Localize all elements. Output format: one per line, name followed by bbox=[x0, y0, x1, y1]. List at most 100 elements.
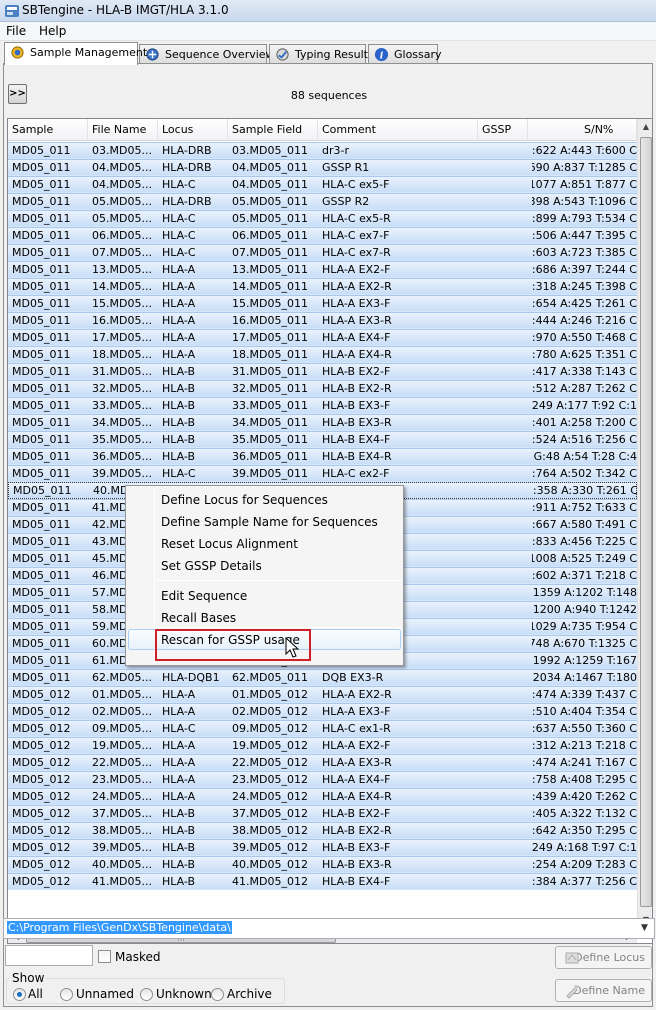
table-row[interactable]: MD05_012 19.MD05... HLA-A 19.MD05_012 HLA-A … bbox=[8, 737, 637, 754]
menu-item-edit-sequence[interactable]: Edit Sequence bbox=[128, 585, 401, 606]
table-row[interactable]: MD05_011 05.MD05... HLA-DRB 05.MD05_011 GSSP… bbox=[8, 193, 637, 210]
table-row[interactable]: MD05_012 38.MD05... HLA-B 38.MD05_012 HLA-B … bbox=[8, 822, 637, 839]
table-row[interactable]: MD05_011 17.MD05... HLA-A 17.MD05_011 HLA-A … bbox=[8, 329, 637, 346]
cell-gssp bbox=[480, 501, 526, 516]
cell-sn: G:758 A:408 T:295 C: bbox=[532, 773, 637, 786]
show-group-legend: Show bbox=[10, 971, 47, 985]
radio-unnamed[interactable] bbox=[60, 988, 73, 1001]
table-row[interactable]: MD05_011 39.MD05... HLA-C 39.MD05_011 HLA-C … bbox=[8, 465, 637, 482]
cell-sn: G:444 A:246 T:216 C: bbox=[532, 314, 637, 327]
scroll-thumb[interactable] bbox=[640, 137, 652, 907]
cell-sample: MD05_011 bbox=[12, 229, 71, 242]
cell-sample: MD05_011 bbox=[12, 654, 71, 667]
table-row[interactable]: MD05_011 34.MD05... HLA-B 34.MD05_011 HLA-B … bbox=[8, 414, 637, 431]
radio-all[interactable] bbox=[13, 988, 26, 1001]
filter-input[interactable] bbox=[5, 945, 93, 966]
column-header-gssp[interactable]: GSSP bbox=[478, 119, 528, 141]
cell-file-name: 22.MD05... bbox=[92, 756, 152, 769]
table-row[interactable]: MD05_012 09.MD05... HLA-C 09.MD05_012 HLA-C … bbox=[8, 720, 637, 737]
cell-locus: HLA-B bbox=[162, 365, 196, 378]
cell-file-name: 01.MD05... bbox=[92, 688, 152, 701]
menu-item-define-locus[interactable]: Define Locus for Sequences bbox=[128, 489, 401, 510]
table-row[interactable]: MD05_011 06.MD05... HLA-C 06.MD05_011 HLA-C … bbox=[8, 227, 637, 244]
cell-sn: G:833 A:456 T:225 C: bbox=[532, 535, 637, 548]
masked-checkbox[interactable] bbox=[98, 950, 111, 963]
table-row[interactable]: MD05_012 37.MD05... HLA-B 37.MD05_012 HLA-B … bbox=[8, 805, 637, 822]
column-header-file-name[interactable]: File Name bbox=[88, 119, 158, 141]
scroll-up-icon[interactable]: ▲ bbox=[638, 119, 652, 135]
column-header-sample-field[interactable]: Sample Field bbox=[228, 119, 318, 141]
tab-sequence-overview[interactable]: Sequence Overview bbox=[139, 44, 275, 64]
cell-sample-field: 62.MD05_011 bbox=[232, 671, 308, 684]
menu-item-define-sample-name[interactable]: Define Sample Name for Sequences bbox=[128, 511, 401, 532]
cell-sn: G:506 A:447 T:395 C: bbox=[532, 229, 637, 242]
cell-sample: MD05_011 bbox=[12, 671, 71, 684]
cell-gssp bbox=[480, 297, 526, 312]
tab-typing-result[interactable]: Typing Result bbox=[269, 44, 368, 64]
table-row[interactable]: MD05_011 14.MD05... HLA-A 14.MD05_011 HLA-A … bbox=[8, 278, 637, 295]
cell-sn: G:358 A:330 T:261 C: bbox=[533, 484, 638, 497]
menu-file[interactable]: File bbox=[6, 24, 26, 38]
grid-header: Sample File Name Locus Sample Field Comm… bbox=[8, 119, 637, 141]
radio-unknown[interactable] bbox=[140, 988, 153, 1001]
cell-comment: HLA-C ex7-R bbox=[322, 246, 391, 259]
cell-locus: HLA-B bbox=[162, 433, 196, 446]
table-row[interactable]: MD05_012 24.MD05... HLA-A 24.MD05_012 HLA-A … bbox=[8, 788, 637, 805]
cell-sn: G:764 A:502 T:342 C: bbox=[532, 467, 637, 480]
table-row[interactable]: MD05_011 15.MD05... HLA-A 15.MD05_011 HLA-A … bbox=[8, 295, 637, 312]
cell-comment: HLA-B EX2-R bbox=[322, 824, 392, 837]
cell-file-name: 38.MD05... bbox=[92, 824, 152, 837]
menu-item-set-gssp-details[interactable]: Set GSSP Details bbox=[128, 555, 401, 576]
table-row[interactable]: MD05_012 23.MD05... HLA-A 23.MD05_012 HLA-A … bbox=[8, 771, 637, 788]
cell-comment: HLA-A EX3-F bbox=[322, 297, 391, 310]
table-row[interactable]: MD05_011 36.MD05... HLA-B 36.MD05_011 HLA-B … bbox=[8, 448, 637, 465]
table-row[interactable]: MD05_011 16.MD05... HLA-A 16.MD05_011 HLA-A … bbox=[8, 312, 637, 329]
table-row[interactable]: MD05_012 01.MD05... HLA-A 01.MD05_012 HLA-A … bbox=[8, 686, 637, 703]
chevron-down-icon[interactable]: ▼ bbox=[637, 921, 652, 936]
cell-comment: HLA-A EX4-R bbox=[322, 790, 392, 803]
table-row[interactable]: MD05_011 07.MD05... HLA-C 07.MD05_011 HLA-C … bbox=[8, 244, 637, 261]
cell-sample: MD05_011 bbox=[12, 212, 71, 225]
cell-sn: G:439 A:420 T:262 C: bbox=[532, 790, 637, 803]
cell-file-name: 33.MD05... bbox=[92, 399, 152, 412]
menu-item-reset-locus-alignment[interactable]: Reset Locus Alignment bbox=[128, 533, 401, 554]
menu-help[interactable]: Help bbox=[39, 24, 66, 38]
table-row[interactable]: MD05_011 03.MD05... HLA-DRB 03.MD05_011 dr3-… bbox=[8, 142, 637, 159]
column-header-sn[interactable]: S/N% bbox=[528, 119, 637, 141]
table-row[interactable]: MD05_011 35.MD05... HLA-B 35.MD05_011 HLA-B … bbox=[8, 431, 637, 448]
table-row[interactable]: MD05_011 13.MD05... HLA-A 13.MD05_011 HLA-A … bbox=[8, 261, 637, 278]
table-row[interactable]: MD05_012 22.MD05... HLA-A 22.MD05_012 HLA-A … bbox=[8, 754, 637, 771]
table-row[interactable]: MD05_012 41.MD05... HLA-B 41.MD05_012 HLA-B … bbox=[8, 873, 637, 890]
cell-sample: MD05_011 bbox=[12, 263, 71, 276]
define-locus-button[interactable]: Define Locus bbox=[555, 946, 652, 969]
table-row[interactable]: MD05_011 33.MD05... HLA-B 33.MD05_011 HLA-B … bbox=[8, 397, 637, 414]
table-row[interactable]: MD05_011 32.MD05... HLA-B 32.MD05_011 HLA-B … bbox=[8, 380, 637, 397]
cell-sample-field: 13.MD05_011 bbox=[232, 263, 308, 276]
column-header-sample[interactable]: Sample bbox=[8, 119, 88, 141]
define-name-label: Define Name bbox=[573, 984, 645, 997]
tab-glossary[interactable]: i Glossary bbox=[368, 44, 442, 64]
table-row[interactable]: MD05_012 02.MD05... HLA-A 02.MD05_012 HLA-A … bbox=[8, 703, 637, 720]
table-row[interactable]: MD05_011 04.MD05... HLA-C 04.MD05_011 HLA-C … bbox=[8, 176, 637, 193]
cell-gssp bbox=[480, 620, 526, 635]
column-header-comment[interactable]: Comment bbox=[318, 119, 478, 141]
data-path-combobox[interactable]: C:\Program Files\GenDx\SBTengine\data\ ▼ bbox=[3, 918, 655, 939]
cell-comment: HLA-B EX2-F bbox=[322, 807, 391, 820]
cell-sn: G:899 A:793 T:534 C: bbox=[532, 212, 637, 225]
menu-item-recall-bases[interactable]: Recall Bases bbox=[128, 607, 401, 628]
cell-file-name: 04.MD05... bbox=[92, 161, 152, 174]
cell-sn: G:249 A:168 T:97 C:1 bbox=[532, 841, 637, 854]
table-row[interactable]: MD05_011 05.MD05... HLA-C 05.MD05_011 HLA-C … bbox=[8, 210, 637, 227]
table-row[interactable]: MD05_012 39.MD05... HLA-B 39.MD05_012 HLA-B … bbox=[8, 839, 637, 856]
column-header-locus[interactable]: Locus bbox=[158, 119, 228, 141]
expand-button[interactable]: >> bbox=[8, 84, 27, 104]
tab-sample-management[interactable]: Sample Management bbox=[4, 42, 147, 65]
radio-archive[interactable] bbox=[211, 988, 224, 1001]
table-row[interactable]: MD05_012 40.MD05... HLA-B 40.MD05_012 HLA-B … bbox=[8, 856, 637, 873]
define-name-button[interactable]: Define Name bbox=[555, 979, 652, 1002]
table-row[interactable]: MD05_011 62.MD05... HLA-DQB1 62.MD05_011 DQB… bbox=[8, 669, 637, 686]
table-row[interactable]: MD05_011 18.MD05... HLA-A 18.MD05_011 HLA-A … bbox=[8, 346, 637, 363]
vertical-scrollbar[interactable]: ▲ ▼ bbox=[637, 119, 652, 928]
table-row[interactable]: MD05_011 31.MD05... HLA-B 31.MD05_011 HLA-B … bbox=[8, 363, 637, 380]
table-row[interactable]: MD05_011 04.MD05... HLA-DRB 04.MD05_011 GSSP… bbox=[8, 159, 637, 176]
